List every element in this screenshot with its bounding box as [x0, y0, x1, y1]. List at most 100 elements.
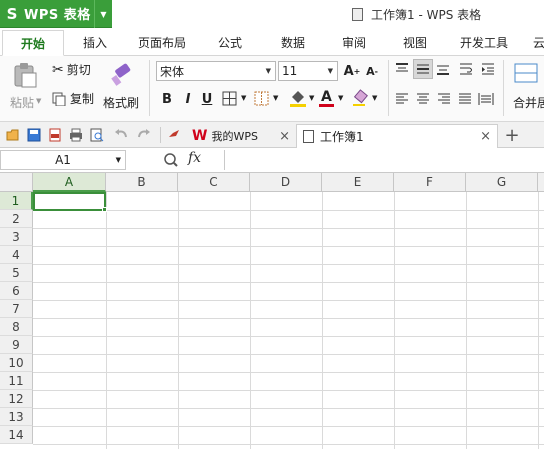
- column-header-e[interactable]: E: [322, 173, 394, 192]
- fill-color-button[interactable]: ▼: [289, 89, 317, 109]
- row-header-11[interactable]: 11: [0, 372, 33, 390]
- column-header-a[interactable]: A: [33, 173, 106, 192]
- distribute-button[interactable]: [478, 92, 496, 108]
- align-top-button[interactable]: [394, 62, 412, 78]
- close-icon[interactable]: ×: [480, 129, 491, 144]
- align-bottom-button[interactable]: [435, 62, 453, 78]
- spreadsheet-icon: [303, 130, 314, 143]
- font-color-bar: [319, 104, 334, 107]
- grow-font-icon: A: [343, 63, 354, 79]
- row-header-1[interactable]: 1: [0, 192, 33, 210]
- merge-center-button[interactable]: 合并居: [510, 60, 544, 116]
- column-header-overflow[interactable]: [538, 173, 544, 192]
- tab-cloud[interactable]: 云: [533, 30, 544, 56]
- tab-my-wps[interactable]: W 我的WPS ×: [186, 124, 294, 148]
- row-header-3[interactable]: 3: [0, 228, 33, 246]
- grid-line: [33, 210, 544, 211]
- active-cell-a1[interactable]: [33, 192, 106, 211]
- redo-icon[interactable]: [137, 128, 151, 142]
- row-header-12[interactable]: 12: [0, 390, 33, 408]
- export-pdf-icon[interactable]: [48, 128, 62, 142]
- format-painter-button[interactable]: 格式刷: [103, 60, 143, 116]
- row-header-7[interactable]: 7: [0, 300, 33, 318]
- toolbar-divider: [160, 127, 161, 143]
- align-left-button[interactable]: [394, 92, 412, 108]
- copy-icon: [52, 92, 66, 106]
- grid-line: [33, 282, 544, 283]
- indent-button[interactable]: [480, 62, 498, 78]
- title-bar: S WPS 表格 ▼ 工作簿1 - WPS 表格: [0, 0, 544, 30]
- justify-icon: [459, 93, 471, 104]
- name-box-value: A1: [55, 153, 71, 167]
- justify-button[interactable]: [457, 92, 475, 108]
- font-name-value: 宋体: [160, 64, 185, 79]
- undo-icon[interactable]: [114, 128, 128, 142]
- row-header-6[interactable]: 6: [0, 282, 33, 300]
- cell-style-button[interactable]: ▼: [254, 91, 282, 107]
- tab-page-layout[interactable]: 页面布局: [138, 30, 186, 56]
- wrap-text-button[interactable]: [458, 62, 476, 78]
- fx-icon[interactable]: fx: [188, 150, 201, 166]
- row-header-14[interactable]: 14: [0, 426, 33, 444]
- ribbon-divider: [388, 60, 389, 116]
- zoom-formula-icon[interactable]: [163, 152, 179, 168]
- tab-workbook1-label: 工作簿1: [320, 130, 364, 144]
- font-color-button[interactable]: A ▼: [318, 89, 346, 109]
- row-header-13[interactable]: 13: [0, 408, 33, 426]
- tab-workbook1[interactable]: 工作簿1 ×: [296, 124, 498, 148]
- tab-data[interactable]: 数据: [281, 30, 305, 56]
- column-header-c[interactable]: C: [178, 173, 250, 192]
- align-right-button[interactable]: [436, 92, 454, 108]
- align-middle-button[interactable]: [413, 59, 433, 79]
- underline-button[interactable]: U: [198, 90, 216, 108]
- tab-formulas[interactable]: 公式: [218, 30, 242, 56]
- grid-line: [33, 246, 544, 247]
- tab-home[interactable]: 开始: [2, 30, 65, 56]
- italic-button[interactable]: I: [179, 90, 197, 108]
- print-icon[interactable]: [69, 128, 83, 142]
- name-box[interactable]: A1 ▼: [0, 150, 126, 170]
- close-icon[interactable]: ×: [279, 129, 290, 144]
- column-header-d[interactable]: D: [250, 173, 322, 192]
- font-name-select[interactable]: 宋体 ▼: [156, 61, 276, 81]
- fill-handle[interactable]: [102, 207, 107, 212]
- column-header-g[interactable]: G: [466, 173, 538, 192]
- chevron-down-icon: ▼: [241, 94, 247, 102]
- new-tab-button[interactable]: +: [502, 124, 522, 146]
- shrink-font-button[interactable]: A-: [363, 62, 381, 80]
- app-menu-button[interactable]: S WPS 表格 ▼: [0, 0, 112, 28]
- print-preview-icon[interactable]: [90, 128, 104, 142]
- format-painter-label: 格式刷: [103, 96, 140, 110]
- row-header-5[interactable]: 5: [0, 264, 33, 282]
- tab-view[interactable]: 视图: [403, 30, 427, 56]
- align-center-button[interactable]: [415, 92, 433, 108]
- align-bottom-icon: [437, 65, 449, 75]
- customize-toolbar-icon[interactable]: [167, 128, 181, 142]
- chevron-down-icon[interactable]: ▼: [94, 0, 112, 28]
- grid-line: [33, 336, 544, 337]
- row-header-9[interactable]: 9: [0, 336, 33, 354]
- save-icon[interactable]: [27, 128, 41, 142]
- font-size-select[interactable]: 11 ▼: [278, 61, 338, 81]
- copy-button[interactable]: 复制: [52, 90, 94, 107]
- row-header-8[interactable]: 8: [0, 318, 33, 336]
- column-header-b[interactable]: B: [106, 173, 178, 192]
- clear-format-button[interactable]: ▼: [352, 89, 380, 109]
- select-all-corner[interactable]: [0, 173, 33, 192]
- grow-font-button[interactable]: A +: [343, 62, 361, 80]
- grid-line: [322, 192, 323, 449]
- tab-review[interactable]: 审阅: [342, 30, 366, 56]
- borders-button[interactable]: ▼: [222, 91, 250, 107]
- bold-button[interactable]: B: [158, 90, 176, 108]
- tab-insert[interactable]: 插入: [83, 30, 107, 56]
- cut-button[interactable]: ✂ 剪切: [52, 61, 91, 78]
- tab-developer[interactable]: 开发工具: [460, 30, 508, 56]
- row-header-10[interactable]: 10: [0, 354, 33, 372]
- open-folder-icon[interactable]: [6, 128, 20, 142]
- row-header-4[interactable]: 4: [0, 246, 33, 264]
- column-header-f[interactable]: F: [394, 173, 466, 192]
- paste-button[interactable]: 粘贴 ▼: [6, 60, 44, 116]
- formula-input[interactable]: [224, 150, 544, 170]
- row-header-2[interactable]: 2: [0, 210, 33, 228]
- copy-label: 复制: [70, 92, 95, 106]
